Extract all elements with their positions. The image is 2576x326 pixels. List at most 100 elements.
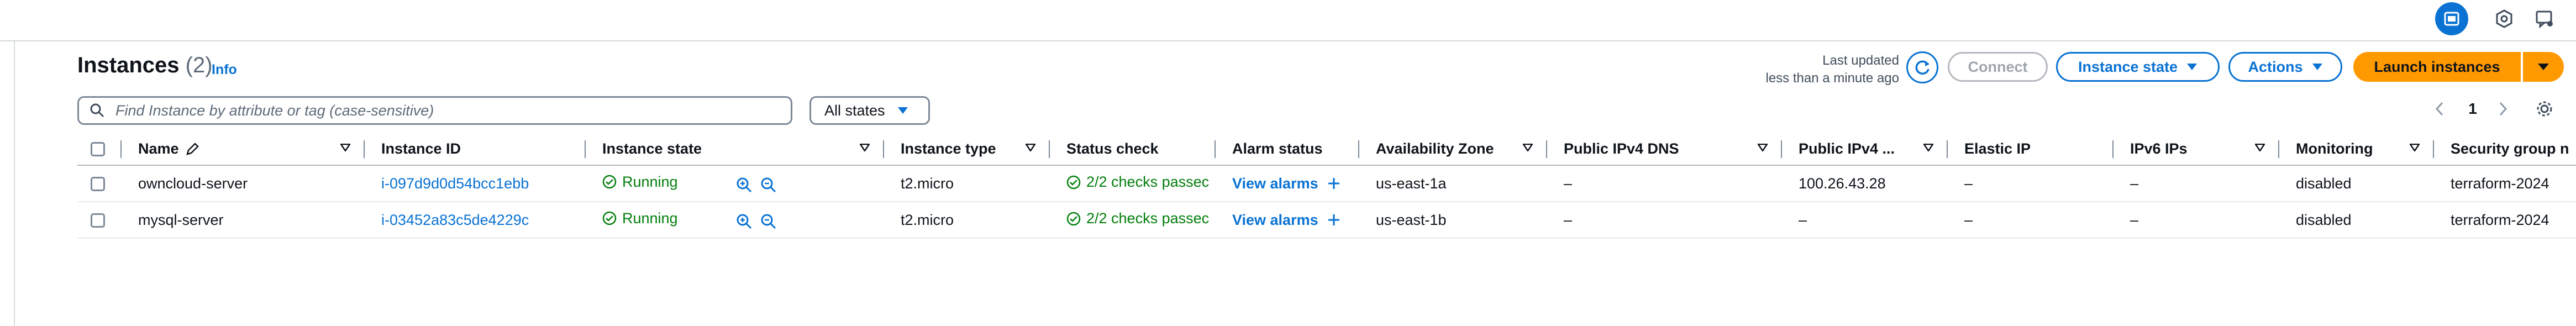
actions-button[interactable]: Actions	[2228, 52, 2342, 82]
refresh-button[interactable]	[1906, 51, 1938, 83]
launch-instances-label: Launch instances	[2374, 58, 2500, 75]
status-check-label: 2/2 checks passec	[1086, 173, 1210, 191]
top-navigation-bar	[0, 0, 2576, 41]
column-label: Status check	[1066, 140, 1159, 157]
column-header-monitoring[interactable]: Monitoring	[2279, 133, 2434, 166]
table-row[interactable]: mysql-server i-03452a83c5de4229c Running…	[77, 202, 2576, 239]
side-nav-divider	[14, 40, 15, 326]
view-alarms-label: View alarms	[1232, 211, 1318, 228]
cell-instance-state: Running	[586, 165, 884, 202]
next-page-button[interactable]	[2492, 95, 2514, 123]
zoom-in-icon[interactable]	[736, 213, 753, 230]
column-header-status-check[interactable]: Status check	[1050, 133, 1216, 166]
column-header-public-ipv4-dns[interactable]: Public IPv4 DNS	[1547, 133, 1782, 166]
column-label: Instance state	[602, 140, 702, 157]
caret-down-icon	[2538, 64, 2549, 70]
select-all-header	[77, 133, 122, 166]
zoom-in-icon[interactable]	[736, 177, 753, 193]
select-all-checkbox[interactable]	[91, 142, 105, 157]
cell-monitoring: disabled	[2279, 165, 2434, 202]
cell-name: mysql-server	[122, 202, 365, 239]
table-preferences-button[interactable]	[2531, 95, 2558, 123]
cell-status-check: 2/2 checks passec	[1050, 165, 1216, 202]
plus-icon[interactable]	[1327, 213, 1340, 227]
check-circle-icon	[602, 212, 617, 225]
running-status: Running	[602, 210, 678, 227]
sort-caret-icon	[860, 144, 870, 151]
zoom-out-icon[interactable]	[760, 177, 777, 193]
cell-public-ipv4: –	[1782, 202, 1948, 239]
launch-instances-dropdown[interactable]	[2523, 52, 2564, 82]
state-filter-value: All states	[824, 102, 885, 119]
column-header-instance-state[interactable]: Instance state	[586, 133, 884, 166]
cell-instance-id[interactable]: i-03452a83c5de4229c	[365, 202, 586, 239]
cell-public-ipv4-dns: –	[1547, 202, 1782, 239]
info-link[interactable]: Info	[212, 62, 237, 78]
running-status: Running	[602, 173, 678, 191]
column-label: Name	[138, 140, 179, 157]
column-label: Availability Zone	[1376, 140, 1494, 157]
page-number[interactable]: 1	[2462, 95, 2484, 123]
view-alarms-link[interactable]: View alarms	[1232, 212, 1340, 229]
state-label: Running	[622, 209, 678, 227]
search-icon	[90, 103, 104, 118]
sort-caret-icon	[1758, 144, 1768, 151]
state-filter-select[interactable]: All states	[809, 96, 930, 125]
sort-caret-icon	[1523, 144, 1533, 151]
connect-button-label: Connect	[1968, 58, 2028, 75]
column-label: Instance ID	[381, 140, 461, 157]
cell-instance-state: Running	[586, 202, 884, 239]
view-alarms-link[interactable]: View alarms	[1232, 175, 1340, 192]
row-checkbox[interactable]	[91, 177, 105, 192]
cell-status-check: 2/2 checks passec	[1050, 202, 1216, 239]
column-label: Monitoring	[2296, 140, 2373, 157]
last-updated: Last updated less than a minute ago	[1766, 52, 1900, 87]
instance-state-button-label: Instance state	[2078, 58, 2178, 75]
column-header-name[interactable]: Name	[122, 133, 365, 166]
check-circle-icon	[1066, 212, 1081, 225]
row-select-cell	[77, 202, 122, 239]
column-header-public-ipv4[interactable]: Public IPv4 ...	[1782, 133, 1948, 166]
cell-alarm-status: View alarms	[1216, 202, 1359, 239]
column-header-instance-id[interactable]: Instance ID	[365, 133, 586, 166]
status-check-badge: 2/2 checks passec	[1066, 210, 1209, 227]
column-label: Public IPv4 DNS	[1564, 140, 1679, 157]
column-header-ipv6-ips[interactable]: IPv6 IPs	[2114, 133, 2279, 166]
search-input[interactable]	[114, 101, 780, 120]
cell-security-group: terraform-2024	[2434, 165, 2576, 202]
caret-down-icon	[897, 107, 908, 114]
cell-public-ipv4-dns: –	[1547, 165, 1782, 202]
feedback-icon[interactable]	[2532, 7, 2557, 31]
column-header-security-group[interactable]: Security group n	[2434, 133, 2576, 166]
instance-count: (2)	[185, 53, 213, 77]
search-field[interactable]	[77, 96, 792, 125]
sort-caret-icon	[1026, 144, 1035, 151]
cell-public-ipv4: 100.26.43.28	[1782, 165, 1948, 202]
cell-security-group: terraform-2024	[2434, 202, 2576, 239]
column-label: IPv6 IPs	[2130, 140, 2188, 157]
check-circle-icon	[602, 175, 617, 189]
sort-caret-icon	[340, 144, 350, 151]
instance-state-button[interactable]: Instance state	[2056, 52, 2220, 82]
plus-icon[interactable]	[1327, 177, 1340, 190]
cell-name: owncloud-server	[122, 165, 365, 202]
connect-button[interactable]: Connect	[1948, 52, 2048, 82]
previous-page-button[interactable]	[2428, 95, 2451, 123]
row-checkbox[interactable]	[91, 213, 105, 228]
column-header-availability-zone[interactable]: Availability Zone	[1359, 133, 1547, 166]
zoom-out-icon[interactable]	[760, 213, 777, 230]
column-header-elastic-ip[interactable]: Elastic IP	[1948, 133, 2114, 166]
cell-instance-type: t2.micro	[884, 165, 1050, 202]
column-label: Security group n	[2451, 140, 2569, 157]
last-updated-time: less than a minute ago	[1765, 71, 1900, 86]
cloudshell-icon[interactable]	[2435, 2, 2468, 35]
column-header-instance-type[interactable]: Instance type	[884, 133, 1050, 166]
launch-instances-button[interactable]: Launch instances	[2353, 52, 2521, 82]
row-select-cell	[77, 165, 122, 202]
column-header-alarm-status[interactable]: Alarm status	[1216, 133, 1359, 166]
cell-instance-id[interactable]: i-097d9d0d54bcc1ebb	[365, 165, 586, 202]
page-title: Instances (2)	[77, 53, 213, 78]
cell-availability-zone: us-east-1b	[1359, 202, 1547, 239]
settings-hex-icon[interactable]	[2492, 7, 2516, 31]
table-row[interactable]: owncloud-server i-097d9d0d54bcc1ebb Runn…	[77, 165, 2576, 202]
